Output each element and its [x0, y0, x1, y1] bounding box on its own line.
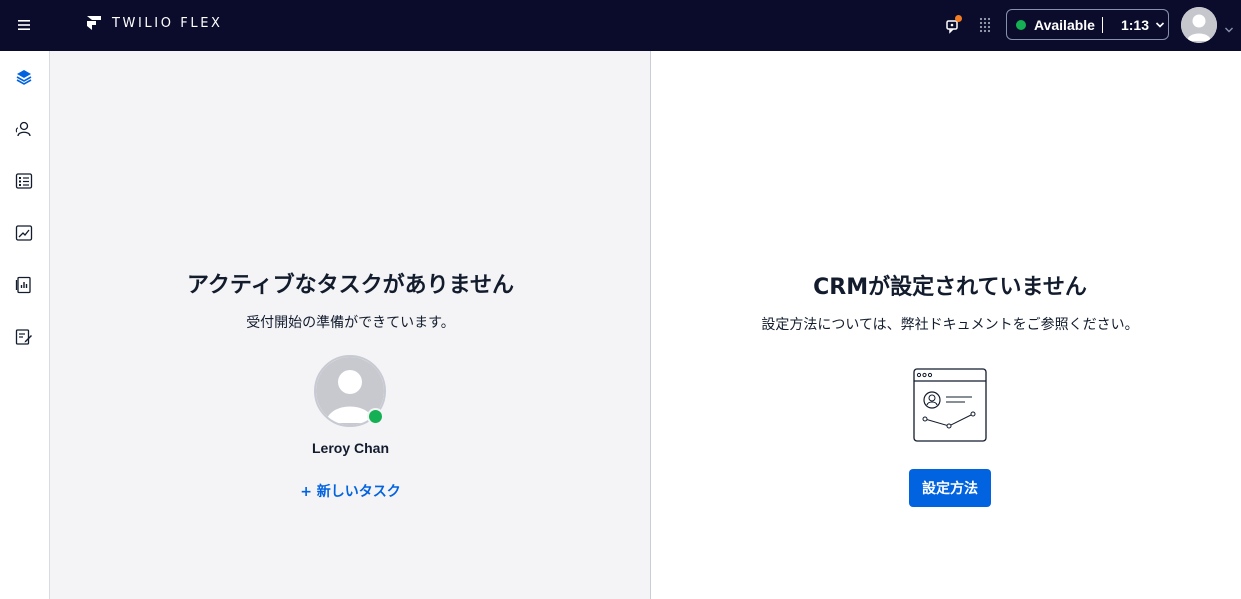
status-separator: [1101, 16, 1103, 33]
activity-status-dropdown[interactable]: Available 1:13: [1006, 9, 1169, 40]
logo-text: TWILIO FLEX: [112, 15, 223, 31]
crm-title: CRMが設定されていません: [813, 275, 1087, 300]
teams-icon[interactable]: [13, 118, 35, 140]
task-list-panel: アクティブなタスクがありません 受付開始の準備ができています。 Leroy Ch…: [50, 51, 651, 599]
no-tasks-subtitle: 受付開始の準備ができています。: [246, 315, 455, 331]
crm-subtitle: 設定方法については、弊社ドキュメントをご参照ください。: [761, 317, 1139, 333]
notification-badge: [955, 15, 962, 22]
no-tasks-title: アクティブなタスクがありません: [187, 273, 514, 298]
twilio-flex-logo: TWILIO FLEX: [86, 15, 223, 31]
edit-form-icon[interactable]: [13, 326, 35, 348]
chevron-down-icon[interactable]: [1224, 19, 1234, 38]
crm-panel: CRMが設定されていません 設定方法については、弊社ドキュメントをご参照ください…: [651, 51, 1241, 599]
status-dot: [1016, 19, 1026, 30]
status-timer: 1:13: [1120, 16, 1149, 33]
grid-dots-icon[interactable]: [976, 16, 994, 34]
queues-list-icon[interactable]: [13, 170, 35, 192]
setup-instructions-button[interactable]: 設定方法: [909, 469, 991, 507]
status-label: Available: [1034, 16, 1095, 33]
insights-chart-icon[interactable]: [13, 222, 35, 244]
user-avatar-icon[interactable]: [1181, 7, 1217, 43]
crm-browser-icon: [913, 368, 987, 442]
new-task-link[interactable]: + 新しいタスク: [50, 481, 651, 501]
dashboard-book-icon[interactable]: [13, 274, 35, 296]
agent-status-dot: [367, 408, 384, 425]
top-bar: TWILIO FLEX Available 1:13: [0, 0, 1241, 51]
hamburger-icon[interactable]: [14, 15, 34, 35]
flex-logo-icon: [87, 16, 101, 30]
agent-name: Leroy Chan: [311, 440, 389, 456]
notification-icon[interactable]: [943, 15, 963, 35]
sidebar: [0, 51, 50, 599]
layers-icon[interactable]: [13, 66, 35, 88]
chevron-down-icon: [1155, 21, 1165, 29]
